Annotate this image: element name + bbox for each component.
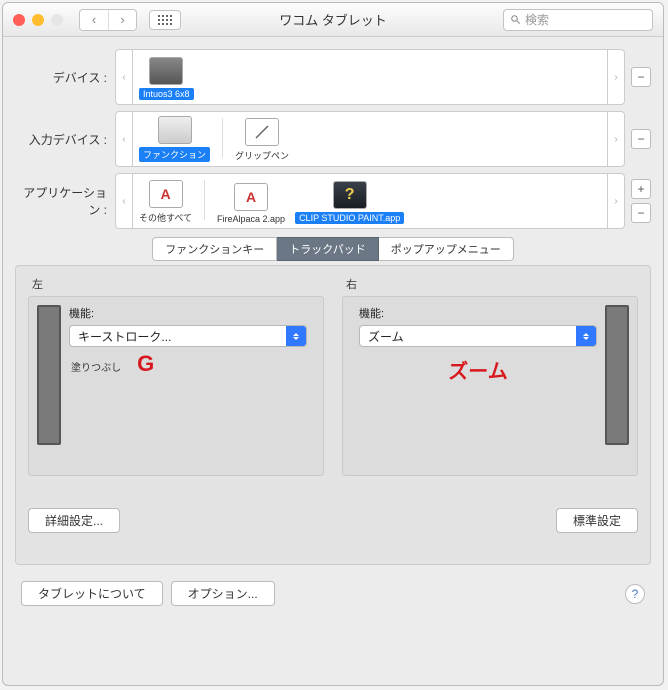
right-function-select[interactable]: ズーム xyxy=(359,325,597,347)
scroll-right-button[interactable]: › xyxy=(607,111,625,167)
help-button[interactable]: ? xyxy=(625,584,645,604)
input-device-row: 入力デバイス : ‹ ファンクション グリップペン › − xyxy=(15,111,651,167)
app-item-firealpaca[interactable]: A FireAlpaca 2.app xyxy=(217,183,285,224)
device-item[interactable]: Intuos3 6x8 xyxy=(139,57,194,100)
search-input[interactable]: 検索 xyxy=(503,9,653,31)
input-device-strip: ファンクション グリップペン xyxy=(133,111,607,167)
tab-trackpad[interactable]: トラックパッド xyxy=(277,237,378,261)
right-column: 右 機能: ズーム ズーム xyxy=(342,276,638,476)
zoom-window-icon[interactable] xyxy=(51,14,63,26)
right-inner-box: 機能: ズーム ズーム xyxy=(342,296,638,476)
nav-back-forward[interactable]: ‹ › xyxy=(79,9,137,31)
tab-group: ファンクションキー トラックパッド ポップアップメニュー xyxy=(15,237,651,261)
scroll-right-button[interactable]: › xyxy=(607,49,625,105)
device-strip: Intuos3 6x8 xyxy=(133,49,607,105)
chevron-right-icon[interactable]: › xyxy=(108,10,136,30)
left-inner-box: 機能: キーストローク... 塗りつぶし G xyxy=(28,296,324,476)
left-function-select[interactable]: キーストローク... xyxy=(69,325,307,347)
scroll-left-button[interactable]: ‹ xyxy=(115,49,133,105)
remove-device-button[interactable]: − xyxy=(631,67,651,87)
right-touchstrip-icon xyxy=(605,305,629,445)
tab-popup-menu[interactable]: ポップアップメニュー xyxy=(379,237,514,261)
add-application-button[interactable]: + xyxy=(631,179,651,199)
app-item-all-others[interactable]: A その他すべて xyxy=(139,180,192,224)
application-strip: A その他すべて A FireAlpaca 2.app ? CLIP STUDI… xyxy=(133,173,607,229)
input-device-item-pen[interactable]: グリップペン xyxy=(235,118,289,162)
remove-input-device-button[interactable]: − xyxy=(631,129,651,149)
chevron-updown-icon xyxy=(576,326,596,346)
function-label: 機能: xyxy=(359,305,597,321)
left-highlight: G xyxy=(137,351,154,377)
app-icon: A xyxy=(234,183,268,211)
right-highlight: ズーム xyxy=(359,355,597,384)
device-label: デバイス : xyxy=(15,69,115,86)
scroll-left-button[interactable]: ‹ xyxy=(115,173,133,229)
application-label: アプリケーション : xyxy=(15,184,115,218)
device-row: デバイス : ‹ Intuos3 6x8 › − xyxy=(15,49,651,105)
function-icon xyxy=(158,116,192,144)
app-item-clip-studio[interactable]: ? CLIP STUDIO PAINT.app xyxy=(295,181,404,224)
tab-function-keys[interactable]: ファンクションキー xyxy=(152,237,277,261)
right-title: 右 xyxy=(346,276,638,292)
function-label: 機能: xyxy=(69,305,307,321)
about-tablet-button[interactable]: タブレットについて xyxy=(21,581,163,606)
scroll-right-button[interactable]: › xyxy=(607,173,625,229)
default-settings-button[interactable]: 標準設定 xyxy=(556,508,638,533)
app-icon: ? xyxy=(333,181,367,209)
application-row: アプリケーション : ‹ A その他すべて A FireAlpaca 2.app… xyxy=(15,173,651,229)
input-device-label: 入力デバイス : xyxy=(15,131,115,148)
tablet-icon xyxy=(149,57,183,85)
search-icon xyxy=(510,14,521,25)
left-touchstrip-icon xyxy=(37,305,61,445)
input-device-item-function[interactable]: ファンクション xyxy=(139,116,210,162)
trackpad-panel: 左 機能: キーストローク... 塗りつぶし G xyxy=(15,265,651,565)
footer: タブレットについて オプション... ? xyxy=(3,573,663,614)
advanced-settings-button[interactable]: 詳細設定... xyxy=(28,508,120,533)
pen-icon xyxy=(245,118,279,146)
scroll-left-button[interactable]: ‹ xyxy=(115,111,133,167)
left-sublabel: 塗りつぶし xyxy=(71,359,121,374)
chevron-left-icon[interactable]: ‹ xyxy=(80,10,108,30)
chevron-updown-icon xyxy=(286,326,306,346)
traffic-lights xyxy=(13,14,63,26)
search-placeholder: 検索 xyxy=(525,11,549,28)
titlebar: ‹ › ワコム タブレット 検索 xyxy=(3,3,663,37)
remove-application-button[interactable]: − xyxy=(631,203,651,223)
options-button[interactable]: オプション... xyxy=(171,581,275,606)
left-title: 左 xyxy=(32,276,324,292)
app-icon: A xyxy=(149,180,183,208)
left-column: 左 機能: キーストローク... 塗りつぶし G xyxy=(28,276,324,476)
minimize-icon[interactable] xyxy=(32,14,44,26)
show-all-button[interactable] xyxy=(149,10,181,30)
close-icon[interactable] xyxy=(13,14,25,26)
window-title: ワコム タブレット xyxy=(279,10,387,29)
